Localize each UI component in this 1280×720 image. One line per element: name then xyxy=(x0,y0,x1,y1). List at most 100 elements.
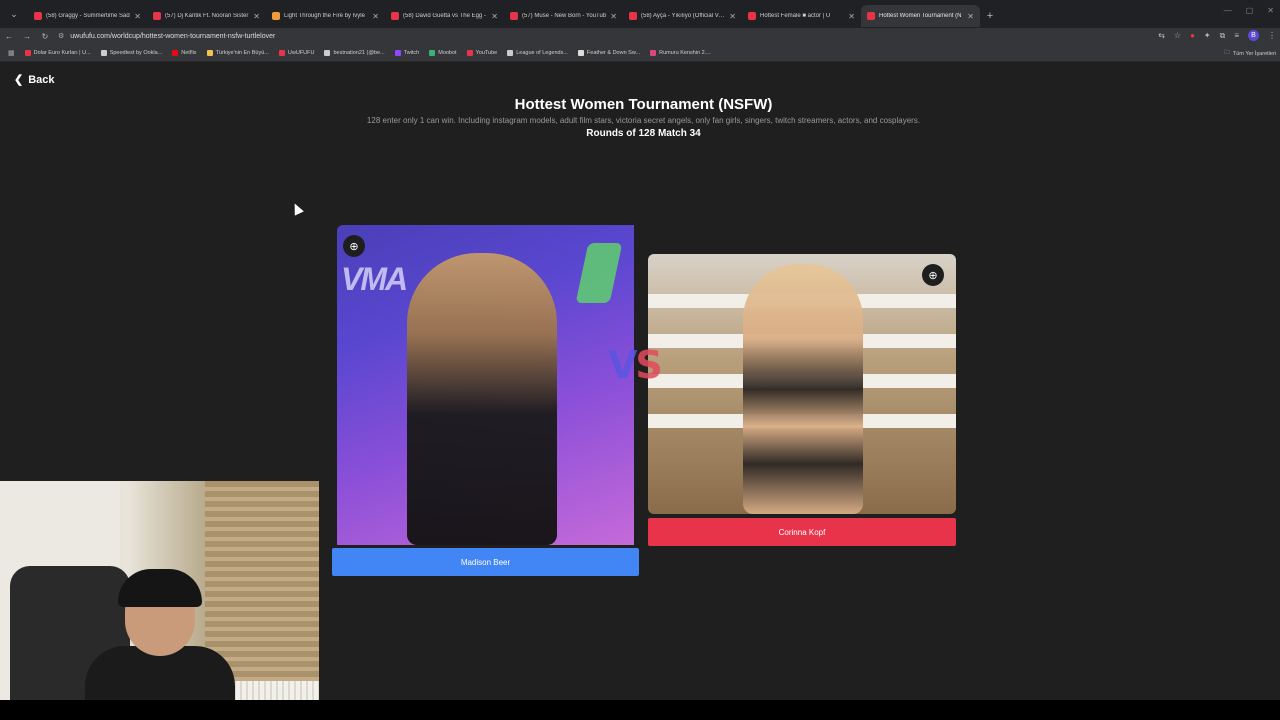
apps-grid-icon[interactable]: ▦ xyxy=(8,49,15,57)
tab-close-icon[interactable]: ✕ xyxy=(729,12,736,21)
bookmark-item[interactable]: Speedtest by Ookla... xyxy=(100,49,163,56)
bookmark-favicon-icon xyxy=(429,49,436,56)
tab-close-icon[interactable]: ✕ xyxy=(848,12,855,21)
bookmark-favicon-icon xyxy=(172,49,179,56)
contestant-figure xyxy=(407,253,557,545)
browser-tab[interactable]: (57) Dj Kantik Ft. Nooran Sister ✕ xyxy=(147,5,266,27)
bookmark-item[interactable]: Feather & Down Sw... xyxy=(577,49,641,56)
bookmark-favicon-icon xyxy=(650,49,657,56)
browser-tab[interactable]: Hottest Women Tournament (N ✕ xyxy=(861,5,980,27)
bookmark-star-icon[interactable]: ☆ xyxy=(1174,31,1181,40)
chevron-left-icon: ❮ xyxy=(14,74,24,86)
tab-favicon-icon xyxy=(867,12,875,20)
bookmark-item[interactable]: Netflix xyxy=(172,49,197,56)
reload-icon[interactable]: ↻ xyxy=(36,32,54,41)
window-controls: — ▢ ✕ xyxy=(1224,6,1274,15)
tab-close-icon[interactable]: ✕ xyxy=(967,12,974,21)
tab-search-icon[interactable]: ⌄ xyxy=(0,0,28,28)
tab-close-icon[interactable]: ✕ xyxy=(372,12,379,21)
tab-title: (58) Ayça - Yıkılıyo (Official Vide xyxy=(641,13,726,19)
translate-icon[interactable]: ⇆ xyxy=(1158,31,1165,40)
close-window-icon[interactable]: ✕ xyxy=(1267,6,1274,15)
browser-tab[interactable]: (58) Graggy - Summertime Sad ✕ xyxy=(28,5,147,27)
toolbar-actions: ⇆ ☆ ● ✦ ⧉ ≡ B ⋮ xyxy=(1158,30,1276,41)
bookmark-item[interactable]: Twitch xyxy=(394,49,420,56)
mouse-cursor xyxy=(290,201,304,216)
bookmarks-bar: ▦ Dolar Euro Kurları | U... Speedtest by … xyxy=(0,44,1280,62)
bookmark-item[interactable]: League of Legends... xyxy=(507,49,568,56)
tab-title: Hottest Female ■ actor | U xyxy=(760,13,831,19)
left-contestant-button[interactable]: Madison Beer xyxy=(332,548,639,576)
minimize-icon[interactable]: — xyxy=(1224,6,1232,15)
more-menu-icon[interactable]: ⋮ xyxy=(1268,31,1276,40)
tab-favicon-icon xyxy=(34,12,42,20)
tab-title: Light Through the Fire by Ivyle xyxy=(284,13,365,19)
zoom-in-icon[interactable]: ⊕ xyxy=(922,264,944,286)
tab-close-icon[interactable]: ✕ xyxy=(134,12,141,21)
browser-tab[interactable]: Light Through the Fire by Ivyle ✕ xyxy=(266,5,385,27)
back-arrow-icon[interactable]: ← xyxy=(0,32,18,41)
streamer-cap xyxy=(118,569,202,607)
extension-icon[interactable]: ✦ xyxy=(1204,31,1211,40)
bookmark-label: Speedtest by Ookla... xyxy=(109,49,163,56)
browser-tab[interactable]: (58) David Guetta vs The Egg - ✕ xyxy=(385,5,504,27)
tab-title: (58) David Guetta vs The Egg - xyxy=(403,13,486,19)
tab-title: (58) Graggy - Summertime Sad xyxy=(46,13,130,19)
bookmark-item[interactable]: YouTube xyxy=(466,49,498,56)
webcam-overlay xyxy=(0,481,319,720)
back-button[interactable]: ❮ Back xyxy=(14,73,55,87)
tab-favicon-icon xyxy=(153,12,161,20)
tab-favicon-icon xyxy=(272,12,280,20)
bookmark-item[interactable]: UwUFUFU xyxy=(278,49,314,56)
zoom-in-icon[interactable]: ⊕ xyxy=(343,235,365,257)
bookmark-item[interactable]: Rumuru Kenshin 2.... xyxy=(650,49,711,56)
right-contestant-button[interactable]: Corinna Kopf xyxy=(648,518,956,546)
right-contestant-image[interactable] xyxy=(648,254,956,514)
forward-arrow-icon[interactable]: → xyxy=(18,32,36,41)
bookmark-label: Twitch xyxy=(403,49,420,56)
bookmark-label: Netflix xyxy=(181,49,197,56)
extensions-puzzle-icon[interactable]: ⧉ xyxy=(1220,31,1226,41)
tab-close-icon[interactable]: ✕ xyxy=(610,12,617,21)
left-contestant-image[interactable]: VMA xyxy=(337,225,634,545)
tab-title: (57) Dj Kantik Ft. Nooran Sister xyxy=(165,13,249,19)
vs-label: VS xyxy=(608,343,663,387)
tab-close-icon[interactable]: ✕ xyxy=(491,12,498,21)
bookmark-label: Türkiye'nin En Büyü... xyxy=(215,49,269,56)
bookmark-item[interactable]: Türkiye'nin En Büyü... xyxy=(206,49,269,56)
new-tab-button[interactable]: + xyxy=(980,10,1000,22)
tab-favicon-icon xyxy=(510,12,518,20)
bookmark-favicon-icon xyxy=(206,49,213,56)
browser-tab[interactable]: (58) Ayça - Yıkılıyo (Official Vide ✕ xyxy=(623,5,742,27)
tab-close-icon[interactable]: ✕ xyxy=(253,12,260,21)
bookmark-item[interactable]: Moobot xyxy=(429,49,457,56)
tab-strip: ⌄ (58) Graggy - Summertime Sad ✕ (57) Dj K… xyxy=(0,0,1280,28)
tabs-container: (58) Graggy - Summertime Sad ✕ (57) Dj Kan… xyxy=(28,1,980,27)
address-bar[interactable]: ⚙ uwufufu.com/worldcup/hottest-women-tou… xyxy=(58,32,275,41)
all-bookmarks-folder[interactable]: 🗀 Tüm Yer İşaretleri xyxy=(1224,49,1276,58)
site-info-icon[interactable]: ⚙ xyxy=(58,32,64,40)
url-text[interactable]: uwufufu.com/worldcup/hottest-women-tourn… xyxy=(70,33,275,40)
vs-v: V xyxy=(608,343,637,387)
mtv-logo-shape xyxy=(575,243,623,303)
bookmark-favicon-icon xyxy=(100,49,107,56)
browser-tab[interactable]: Hottest Female ■ actor | U ✕ xyxy=(742,5,861,27)
tab-favicon-icon xyxy=(391,12,399,20)
media-icon[interactable]: ≡ xyxy=(1234,31,1239,40)
folder-icon: 🗀 xyxy=(1224,50,1230,56)
bookmark-favicon-icon xyxy=(466,49,473,56)
bookmark-label: YouTube xyxy=(475,49,498,56)
maximize-icon[interactable]: ▢ xyxy=(1246,6,1254,15)
vs-s: S xyxy=(635,343,662,387)
bookmark-item[interactable]: Dolar Euro Kurları | U... xyxy=(24,49,91,56)
bookmark-favicon-icon xyxy=(324,49,331,56)
tab-title: (57) Muse - New Born - YouTub xyxy=(522,13,607,19)
round-info: Rounds of 128 Match 34 xyxy=(586,128,701,139)
browser-tab[interactable]: (57) Muse - New Born - YouTub ✕ xyxy=(504,5,623,27)
bookmark-item[interactable]: bestnation21 (@be... xyxy=(324,49,385,56)
profile-avatar[interactable]: B xyxy=(1248,30,1259,41)
bookmark-favicon-icon xyxy=(577,49,584,56)
page-title: Hottest Women Tournament (NSFW) xyxy=(514,96,773,113)
extension-red-icon[interactable]: ● xyxy=(1190,31,1195,40)
bookmark-label: Feather & Down Sw... xyxy=(586,49,641,56)
